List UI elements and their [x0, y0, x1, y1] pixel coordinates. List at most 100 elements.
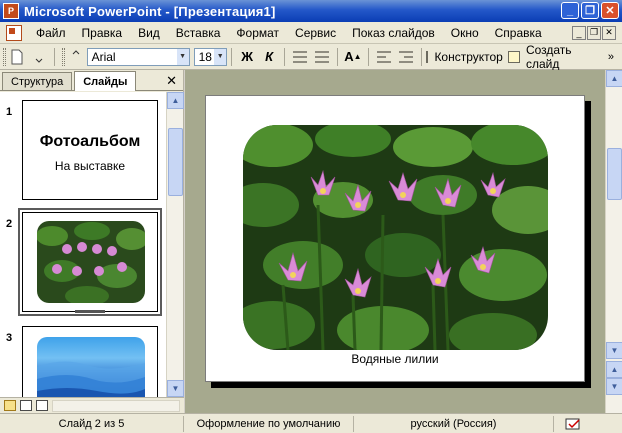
spelling-status-icon[interactable]: [554, 416, 594, 432]
slide-number: 1: [6, 106, 13, 118]
menu-slideshow[interactable]: Показ слайдов: [344, 26, 443, 40]
new-slide-icon: [507, 50, 520, 63]
designer-label: Конструктор: [434, 49, 503, 64]
scroll-thumb[interactable]: [168, 128, 183, 196]
separator: [420, 47, 422, 66]
window-title: Microsoft PowerPoint - [Презентация1]: [24, 3, 276, 19]
bulleted-list-icon: [314, 50, 329, 63]
separator: [367, 47, 369, 66]
next-slide-button[interactable]: ▼: [606, 378, 622, 395]
status-design[interactable]: Оформление по умолчанию: [184, 415, 354, 432]
menu-bar: Файл Правка Вид Вставка Формат Сервис По…: [0, 22, 622, 44]
toolbar-options-button[interactable]: [29, 47, 49, 67]
menu-window[interactable]: Окно: [443, 26, 487, 40]
slide-workspace[interactable]: Водяные лилии: [185, 70, 605, 413]
designer-button[interactable]: Конструктор: [426, 47, 506, 67]
scroll-up-button[interactable]: ▲: [167, 92, 184, 109]
separator: [53, 47, 55, 66]
thumbnail-title: Фотоальбом: [39, 133, 141, 150]
status-language[interactable]: русский (Россия): [354, 415, 554, 432]
separator: [231, 47, 233, 66]
slideshow-view-button[interactable]: [36, 400, 48, 411]
current-slide[interactable]: Водяные лилии: [205, 95, 585, 382]
status-slide-position: Слайд 2 из 5: [0, 415, 184, 432]
tab-outline[interactable]: Структура: [2, 72, 73, 90]
numbered-list-icon: [292, 50, 307, 63]
close-pane-button[interactable]: ✕: [166, 73, 177, 89]
slide-thumbnail-1[interactable]: Фотоальбом На выставке: [22, 100, 158, 200]
slide-sorter-view-button[interactable]: [20, 400, 32, 411]
view-buttons: [0, 397, 184, 413]
new-document-button[interactable]: [7, 47, 27, 67]
separator: [336, 47, 338, 66]
menu-insert[interactable]: Вставка: [168, 26, 229, 40]
increase-indent-icon: [398, 50, 413, 63]
menu-format[interactable]: Формат: [228, 26, 287, 40]
increase-indent-button[interactable]: [396, 47, 416, 67]
new-slide-label: Создать слайд: [525, 42, 572, 71]
thumbnail-subtitle: На выставке: [54, 159, 126, 173]
new-document-icon: [11, 49, 23, 64]
doc-restore-button[interactable]: ❐: [587, 25, 601, 40]
document-icon[interactable]: [6, 24, 22, 41]
toolbar-grip[interactable]: [61, 47, 65, 66]
bold-button[interactable]: Ж: [237, 47, 257, 67]
app-icon-letter: P: [7, 6, 14, 16]
slide-photo[interactable]: [243, 125, 548, 350]
thumbnail-photo: [37, 337, 145, 397]
horizontal-scrollbar[interactable]: [52, 400, 180, 412]
font-name-value: Arial: [91, 49, 116, 64]
menu-edit[interactable]: Правка: [74, 26, 131, 40]
doc-close-button[interactable]: ✕: [602, 25, 616, 40]
increase-font-button[interactable]: A ▲: [343, 47, 363, 67]
italic-button[interactable]: К: [259, 47, 279, 67]
font-name-combo[interactable]: Arial ▼: [86, 47, 190, 66]
thumbnail-photo: [37, 221, 145, 303]
menu-tools[interactable]: Сервис: [287, 26, 344, 40]
numbered-list-button[interactable]: [290, 47, 310, 67]
slide-number: 3: [6, 332, 13, 344]
slide-thumbnails[interactable]: 1 Фотоальбом На выставке 2 3: [0, 92, 166, 397]
water-lilies-image: [243, 125, 548, 350]
decrease-indent-icon: [376, 50, 391, 63]
slide-caption[interactable]: Водяные лилии: [206, 352, 584, 366]
scroll-thumb[interactable]: [607, 148, 622, 200]
pane-tabs: Структура Слайды ✕: [0, 70, 183, 91]
decrease-indent-button[interactable]: [374, 47, 394, 67]
chevron-down-icon[interactable]: ▼: [214, 48, 227, 65]
font-icon: [66, 47, 86, 67]
font-size-value: 18: [198, 49, 212, 64]
powerpoint-app-icon[interactable]: P: [3, 3, 19, 19]
blue-landscape-thumb-image: [37, 361, 145, 397]
status-bar: Слайд 2 из 5 Оформление по умолчанию рус…: [0, 413, 622, 433]
bulleted-list-button[interactable]: [312, 47, 332, 67]
title-bar: P Microsoft PowerPoint - [Презентация1] …: [0, 0, 622, 22]
slide-thumbnail-3[interactable]: [22, 326, 158, 397]
slide-thumbnail-2[interactable]: [18, 208, 162, 316]
toolbar-overflow-button[interactable]: »: [601, 47, 621, 67]
scroll-down-button[interactable]: ▼: [606, 342, 622, 359]
toolbar-grip[interactable]: [3, 47, 6, 66]
slides-pane: Структура Слайды ✕ 1 Фотоальбом На выста…: [0, 70, 184, 413]
scroll-down-button[interactable]: ▼: [167, 380, 184, 397]
chevron-down-icon: [35, 58, 43, 63]
menu-help[interactable]: Справка: [487, 26, 550, 40]
minimize-button[interactable]: _: [561, 2, 579, 19]
slide-number: 2: [6, 218, 13, 230]
restore-icon: ❐: [585, 5, 595, 17]
tab-slides[interactable]: Слайды: [74, 71, 137, 91]
workspace-scrollbar[interactable]: ▲ ▼ ▲ ▼: [605, 70, 622, 413]
thumbnails-scrollbar[interactable]: ▲ ▼: [166, 92, 184, 397]
font-size-combo[interactable]: 18 ▼: [193, 47, 228, 66]
menu-file[interactable]: Файл: [28, 26, 74, 40]
normal-view-button[interactable]: [4, 400, 16, 411]
previous-slide-button[interactable]: ▲: [606, 361, 622, 378]
close-button[interactable]: ✕: [601, 2, 619, 19]
menu-view[interactable]: Вид: [130, 26, 168, 40]
chevron-down-icon[interactable]: ▼: [176, 48, 189, 65]
doc-minimize-button[interactable]: _: [572, 25, 586, 40]
restore-button[interactable]: ❐: [581, 2, 599, 19]
increase-font-icon: A: [344, 49, 354, 64]
new-slide-button[interactable]: Создать слайд: [507, 43, 599, 71]
scroll-up-button[interactable]: ▲: [606, 70, 622, 87]
